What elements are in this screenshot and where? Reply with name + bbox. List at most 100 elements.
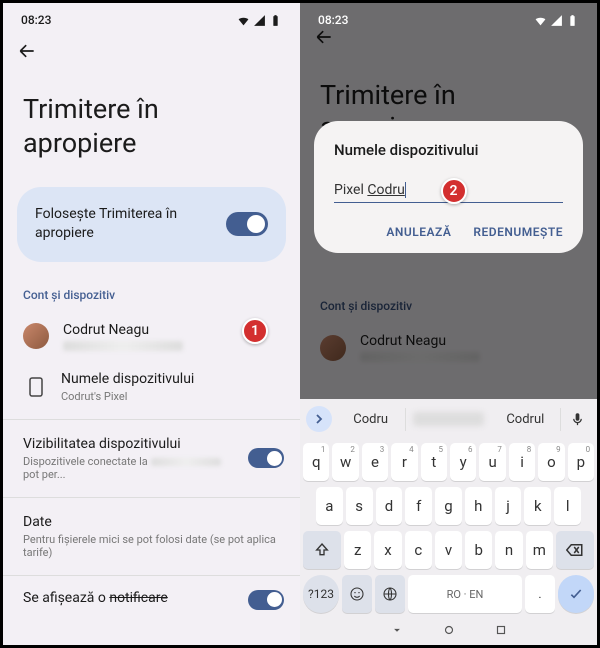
device-name-value: Codrut's Pixel bbox=[61, 390, 280, 403]
key-d[interactable]: d bbox=[376, 487, 403, 525]
key-v[interactable]: v bbox=[435, 531, 462, 569]
notif-title: Se afișează o notificare bbox=[23, 590, 234, 606]
key-p[interactable]: p0 bbox=[568, 443, 594, 481]
voice-input-button[interactable] bbox=[565, 412, 591, 427]
emoji-icon bbox=[349, 586, 365, 602]
avatar bbox=[23, 323, 49, 349]
phone-icon bbox=[25, 376, 47, 398]
status-time: 08:23 bbox=[318, 13, 348, 27]
nav-home[interactable] bbox=[442, 623, 456, 637]
rename-dialog: Numele dispozitivului Pixel Codru 2 ANUL… bbox=[314, 121, 583, 253]
key-u[interactable]: u7 bbox=[479, 443, 505, 481]
key-t[interactable]: t5 bbox=[421, 443, 447, 481]
key-r[interactable]: r4 bbox=[391, 443, 417, 481]
annotation-badge-1: 1 bbox=[242, 318, 268, 344]
wifi-icon bbox=[534, 14, 547, 27]
check-icon bbox=[568, 586, 584, 602]
status-icons bbox=[237, 14, 282, 27]
divider bbox=[3, 497, 300, 498]
key-l[interactable]: l bbox=[554, 487, 581, 525]
key-n[interactable]: n bbox=[495, 531, 522, 569]
key-j[interactable]: j bbox=[495, 487, 522, 525]
signal-icon bbox=[550, 14, 563, 27]
settings-screen: 08:23 Trimitere în apropiere Folosește T… bbox=[3, 3, 300, 645]
key-a[interactable]: a bbox=[316, 487, 343, 525]
account-email-redacted bbox=[63, 341, 183, 351]
back-button[interactable] bbox=[3, 33, 300, 69]
nav-recent[interactable] bbox=[494, 623, 508, 637]
symbols-key[interactable]: ?123 bbox=[303, 575, 339, 613]
visibility-sub: Dispozitivele conectate la pot per... bbox=[23, 455, 234, 481]
key-h[interactable]: h bbox=[465, 487, 492, 525]
key-m[interactable]: m bbox=[526, 531, 553, 569]
visibility-title: Vizibilitatea dispozitivului bbox=[23, 436, 234, 452]
key-e[interactable]: e3 bbox=[362, 443, 388, 481]
key-z[interactable]: z bbox=[344, 531, 371, 569]
data-sub: Pentru fișierele mici se pot folosi date… bbox=[23, 533, 280, 559]
space-key[interactable]: RO · EN bbox=[408, 575, 522, 613]
data-title: Date bbox=[23, 514, 280, 530]
device-name-label: Numele dispozitivului bbox=[61, 371, 280, 387]
emoji-key[interactable] bbox=[342, 575, 372, 613]
key-o[interactable]: o9 bbox=[538, 443, 564, 481]
shift-key[interactable] bbox=[303, 531, 341, 569]
device-name-input[interactable]: Pixel Codru 2 bbox=[334, 179, 563, 203]
suggestion-1[interactable]: Codru bbox=[336, 408, 406, 431]
visibility-toggle[interactable] bbox=[248, 448, 284, 468]
master-toggle-label: Folosește Trimiterea în apropiere bbox=[35, 205, 205, 244]
language-key[interactable] bbox=[375, 575, 405, 613]
wifi-icon bbox=[237, 14, 250, 27]
key-c[interactable]: c bbox=[405, 531, 432, 569]
keyboard: Codru Codrul q1w2e3r4t5y6u7i8o9p0 asdfgh… bbox=[300, 399, 597, 645]
master-toggle-card[interactable]: Folosește Trimiterea în apropiere bbox=[17, 187, 286, 262]
divider bbox=[3, 575, 300, 576]
shift-icon bbox=[314, 542, 330, 558]
nav-hide-keyboard[interactable] bbox=[390, 623, 404, 637]
key-g[interactable]: g bbox=[435, 487, 462, 525]
key-row-3: zxcvbnm bbox=[303, 531, 594, 569]
key-w[interactable]: w2 bbox=[332, 443, 358, 481]
dialog-screen: Trimitere înapropiere Cont și dispozitiv… bbox=[300, 3, 597, 645]
data-item[interactable]: Date Pentru fișierele mici se pot folosi… bbox=[3, 504, 300, 569]
enter-key[interactable] bbox=[558, 575, 594, 613]
key-s[interactable]: s bbox=[346, 487, 373, 525]
status-icons bbox=[534, 14, 579, 27]
notification-item[interactable]: Se afișează o notificare bbox=[3, 582, 300, 618]
cancel-button[interactable]: ANULEAZĂ bbox=[386, 225, 451, 239]
visibility-item[interactable]: Vizibilitatea dispozitivului Dispozitive… bbox=[3, 426, 300, 491]
key-k[interactable]: k bbox=[524, 487, 551, 525]
chevron-right-icon bbox=[314, 414, 324, 424]
account-item[interactable]: Codrut Neagu 1 bbox=[3, 312, 300, 361]
suggestion-2-redacted[interactable] bbox=[413, 412, 483, 426]
key-x[interactable]: x bbox=[374, 531, 401, 569]
key-i[interactable]: i8 bbox=[509, 443, 535, 481]
status-bar: 08:23 bbox=[300, 3, 597, 33]
dialog-title: Numele dispozitivului bbox=[334, 141, 563, 159]
expand-suggestions-button[interactable] bbox=[306, 406, 332, 432]
annotation-badge-2: 2 bbox=[441, 178, 467, 204]
text-cursor bbox=[405, 182, 406, 198]
status-bar: 08:23 bbox=[3, 3, 300, 33]
key-row-bottom: ?123 RO · EN . bbox=[300, 575, 597, 613]
key-row-2: asdfghjkl bbox=[303, 487, 594, 525]
backspace-key[interactable] bbox=[556, 531, 594, 569]
device-name-item[interactable]: Numele dispozitivului Codrut's Pixel bbox=[3, 361, 300, 413]
period-key[interactable]: . bbox=[525, 575, 555, 613]
key-f[interactable]: f bbox=[405, 487, 432, 525]
page-title: Trimitere în apropiere bbox=[3, 69, 300, 187]
notif-toggle[interactable] bbox=[248, 590, 284, 610]
section-label: Cont și dispozitiv bbox=[3, 262, 300, 312]
battery-icon bbox=[566, 14, 579, 27]
globe-icon bbox=[382, 586, 398, 602]
key-row-1: q1w2e3r4t5y6u7i8o9p0 bbox=[303, 443, 594, 481]
key-q[interactable]: q1 bbox=[303, 443, 329, 481]
microphone-icon bbox=[570, 412, 585, 427]
status-time: 08:23 bbox=[21, 13, 51, 27]
nav-bar bbox=[300, 613, 597, 640]
rename-button[interactable]: REDENUMEȘTE bbox=[473, 225, 563, 239]
battery-icon bbox=[269, 14, 282, 27]
suggestion-3[interactable]: Codrul bbox=[491, 408, 561, 431]
key-y[interactable]: y6 bbox=[450, 443, 476, 481]
key-b[interactable]: b bbox=[465, 531, 492, 569]
master-toggle-switch[interactable] bbox=[226, 212, 268, 236]
